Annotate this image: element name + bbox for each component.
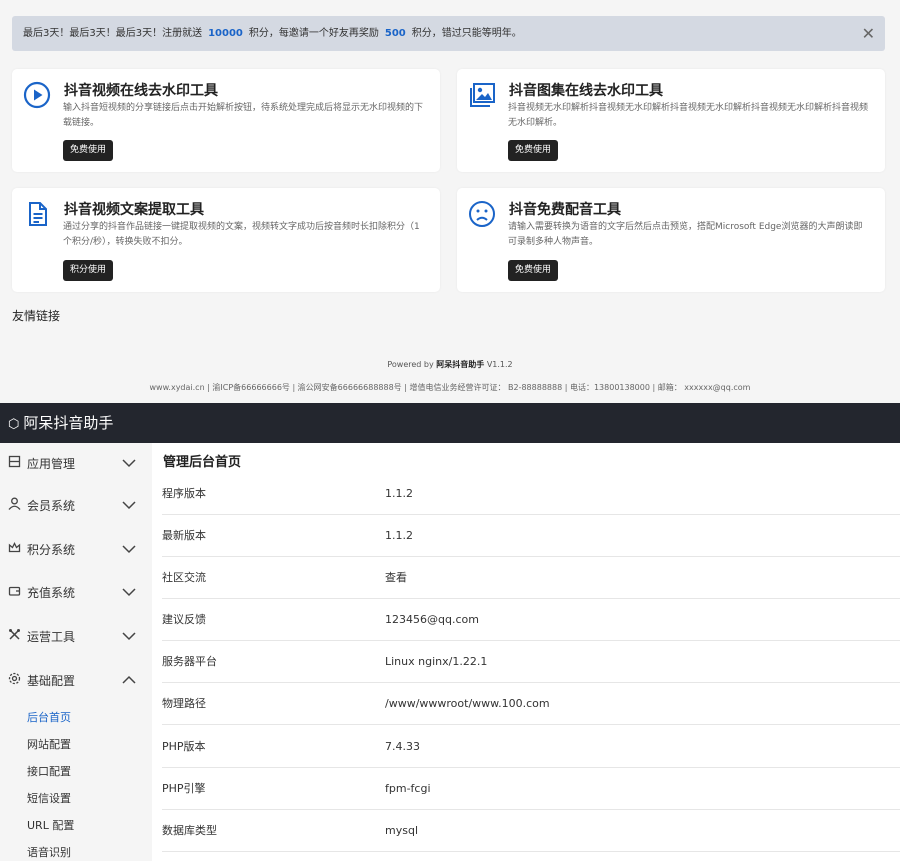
- app-logo[interactable]: ⬡ 阿呆抖音助手: [8, 403, 113, 445]
- info-value: /www/wwwroot/www.100.com: [385, 697, 550, 710]
- tools-icon: [9, 629, 20, 640]
- submenu-url-config[interactable]: URL 配置: [27, 817, 74, 833]
- sidebar-item-label: 充值系统: [27, 586, 76, 600]
- info-row: 社区交流 查看: [162, 557, 900, 599]
- chevron-up-icon: [122, 675, 136, 684]
- tool-title: 抖音视频文案提取工具: [64, 202, 204, 218]
- info-value: fpm-fcgi: [385, 782, 431, 795]
- free-use-button[interactable]: 免费使用: [508, 140, 559, 161]
- submenu-sms-settings[interactable]: 短信设置: [27, 790, 71, 806]
- sidebar-item-label: 会员系统: [27, 499, 76, 513]
- notice-text-1: 最后3天！最后3天！最后3天！注册就送: [23, 28, 203, 39]
- powered-by: Powered by 阿呆抖音助手 V1.1.2: [0, 359, 900, 370]
- sidebar-item-label: 基础配置: [27, 674, 76, 688]
- grid-icon: [8, 455, 21, 468]
- community-view-link[interactable]: 查看: [385, 557, 407, 599]
- sidebar-item-app-management[interactable]: 应用管理: [0, 452, 152, 474]
- info-key: 服务器平台: [162, 655, 217, 668]
- admin-sidebar: 应用管理 会员系统 积分系统 充值系统 运营工具 基础配置 后台首页 网站配置 …: [0, 443, 152, 861]
- info-value: 1.1.2: [385, 487, 413, 500]
- tool-card-voiceover: 抖音免费配音工具 请输入需要转换为语音的文字后然后点击预览，搭配Microsof…: [457, 188, 885, 292]
- chevron-down-icon: [122, 632, 136, 641]
- sidebar-item-points-system[interactable]: 积分系统: [0, 538, 152, 560]
- app-title: 阿呆抖音助手: [23, 414, 114, 432]
- tool-card-text-extract: 抖音视频文案提取工具 通过分享的抖音作品链接一键提取视频的文案，视频转文字成功后…: [12, 188, 440, 292]
- powered-product-link[interactable]: 阿呆抖音助手: [436, 360, 484, 369]
- info-value: 1.1.2: [385, 529, 413, 542]
- document-icon: [29, 202, 47, 226]
- info-key: PHP引擎: [162, 782, 206, 795]
- sidebar-item-recharge-system[interactable]: 充值系统: [0, 581, 152, 603]
- close-icon[interactable]: ✕: [862, 16, 875, 51]
- chevron-down-icon: [122, 501, 136, 510]
- info-value: 7.4.33: [385, 740, 420, 753]
- info-key: 程序版本: [162, 487, 206, 500]
- tools-page: 最后3天！最后3天！最后3天！注册就送 10000 积分，每邀请一个好友再奖励 500…: [0, 0, 900, 403]
- tool-title: 抖音视频在线去水印工具: [64, 83, 218, 99]
- powered-prefix: Powered by: [387, 360, 434, 369]
- sidebar-item-label: 应用管理: [27, 457, 76, 471]
- submenu-site-config[interactable]: 网站配置: [27, 736, 71, 752]
- info-key: 社区交流: [162, 571, 206, 584]
- info-row: PHP版本 7.4.33: [162, 726, 900, 768]
- chevron-down-icon: [122, 459, 136, 468]
- powered-version: V1.1.2: [486, 360, 513, 369]
- chevron-down-icon: [122, 588, 136, 597]
- tool-card-video-watermark: 抖音视频在线去水印工具 输入抖音短视频的分享链接后点击开始解析按钮，待系统处理完…: [12, 69, 440, 172]
- gear-icon: [8, 672, 21, 685]
- submenu-api-config[interactable]: 接口配置: [27, 763, 71, 779]
- tool-title: 抖音图集在线去水印工具: [509, 83, 663, 99]
- info-key: PHP版本: [162, 740, 206, 753]
- crown-icon: [8, 542, 21, 553]
- notice-text-2: 积分，每邀请一个好友再奖励: [248, 28, 379, 39]
- info-row: 最新版本 1.1.2: [162, 515, 900, 557]
- admin-main: 管理后台首页 程序版本 1.1.2 最新版本 1.1.2 社区交流 查看 建议反…: [152, 443, 900, 861]
- info-row: 建议反馈 123456@qq.com: [162, 599, 900, 641]
- play-circle-icon: [23, 81, 51, 109]
- free-use-button[interactable]: 免费使用: [508, 260, 559, 281]
- info-value: mysql: [385, 824, 418, 837]
- wallet-icon: [8, 586, 21, 596]
- tool-description: 抖音视频无水印解析抖音视频无水印解析抖音视频无水印解析抖音视频无水印解析抖音视频…: [508, 103, 869, 128]
- info-row: 程序版本 1.1.2: [162, 473, 900, 515]
- tool-card-gallery-watermark: 抖音图集在线去水印工具 抖音视频无水印解析抖音视频无水印解析抖音视频无水印解析抖…: [457, 69, 885, 172]
- user-icon: [8, 497, 21, 510]
- friend-links-label: 友情链接: [12, 309, 61, 323]
- info-value: Linux nginx/1.22.1: [385, 655, 488, 668]
- info-row: 数据库类型 mysql: [162, 810, 900, 852]
- info-key: 物理路径: [162, 697, 206, 710]
- tool-description: 通过分享的抖音作品链接一键提取视频的文案，视频转文字成功后按音频时长扣除积分（1…: [63, 222, 420, 247]
- sidebar-item-basic-config[interactable]: 基础配置: [0, 669, 152, 691]
- submenu-speech-recognition[interactable]: 语音识别: [27, 844, 71, 860]
- notice-bonus-amount: 10000: [208, 28, 243, 39]
- tool-title: 抖音免费配音工具: [509, 202, 621, 218]
- tool-description: 请输入需要转换为语音的文字后然后点击预览，搭配Microsoft Edge浏览器…: [508, 222, 863, 247]
- page-title: 管理后台首页: [163, 455, 242, 470]
- chevron-down-icon: [122, 545, 136, 554]
- footer-info: www.xydai.cn | 渝ICP备66666666号 | 渝公网安备666…: [149, 383, 751, 392]
- info-row: 物理路径 /www/wwwroot/www.100.com: [162, 683, 900, 725]
- sidebar-item-member-system[interactable]: 会员系统: [0, 494, 152, 516]
- frown-face-icon: [469, 201, 495, 227]
- info-row: PHP引擎 fpm-fcgi: [162, 768, 900, 810]
- sidebar-item-label: 运营工具: [27, 630, 76, 644]
- tool-description: 输入抖音短视频的分享链接后点击开始解析按钮，待系统处理完成后将显示无水印视频的下…: [63, 103, 424, 128]
- admin-topbar: ⬡ 阿呆抖音助手: [0, 403, 900, 443]
- info-key: 建议反馈: [162, 613, 206, 626]
- points-use-button[interactable]: 积分使用: [63, 260, 114, 281]
- info-row: 服务器平台 Linux nginx/1.22.1: [162, 641, 900, 683]
- sidebar-item-operation-tools[interactable]: 运营工具: [0, 625, 152, 647]
- cube-icon: ⬡: [8, 417, 20, 432]
- sidebar-item-label: 积分系统: [27, 543, 76, 557]
- submenu-admin-home[interactable]: 后台首页: [27, 709, 71, 725]
- free-use-button[interactable]: 免费使用: [63, 140, 114, 161]
- notice-text-3: 积分，错过只能等明年。: [411, 28, 522, 39]
- promo-notice-bar: 最后3天！最后3天！最后3天！注册就送 10000 积分，每邀请一个好友再奖励 500…: [12, 16, 885, 51]
- notice-invite-amount: 500: [384, 28, 406, 39]
- info-key: 最新版本: [162, 529, 206, 542]
- image-gallery-icon: [470, 83, 495, 107]
- info-key: 数据库类型: [162, 824, 217, 837]
- info-value: 123456@qq.com: [385, 613, 479, 626]
